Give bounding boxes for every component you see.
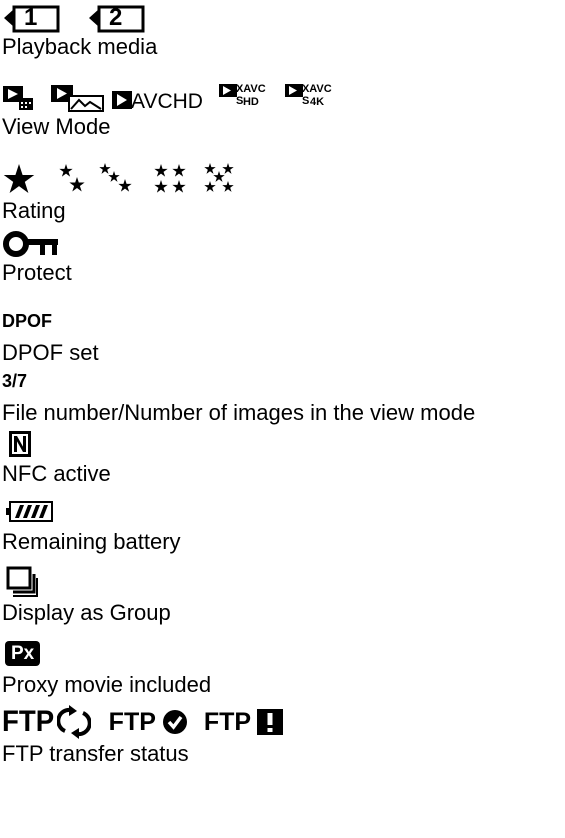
description: Display as Group — [2, 600, 171, 625]
entry-ftp: FTP FTP FTP FTP transfer status — [2, 703, 284, 767]
card-slot-2-icon: 2 — [87, 2, 147, 34]
proxy-icon: Px — [5, 641, 41, 666]
description: File number/Number of images in the view… — [2, 400, 476, 425]
view-xavcs-4k-icon: XAVC S 4K — [284, 82, 341, 112]
slot-1-label: 1 — [24, 4, 38, 31]
rating-2-icon — [59, 164, 85, 192]
ftp-label: FTP — [108, 708, 156, 736]
rating-3-icon — [99, 163, 132, 192]
ftp-transferring-icon: FTP — [2, 705, 91, 739]
dpof-label: DPOF — [2, 311, 53, 331]
entry-battery: Remaining battery — [2, 500, 181, 555]
ftp-label: FTP — [203, 708, 252, 736]
view-avchd-icon: AVCHD — [112, 82, 203, 112]
ftp-label: FTP — [2, 705, 55, 738]
group-display-icon — [6, 566, 171, 598]
description: Rating — [2, 198, 66, 223]
hd-label: HD — [242, 96, 259, 108]
view-still-icon — [50, 82, 106, 112]
entry-playback-media: 1 2 Playback media — [2, 2, 157, 60]
description: DPOF set — [2, 340, 99, 365]
description: Protect — [2, 260, 72, 285]
view-date-icon — [2, 82, 34, 112]
file-number-label: 3/7 — [2, 371, 28, 391]
description: FTP transfer status — [2, 741, 189, 766]
description: View Mode — [2, 114, 111, 139]
rating-1-icon — [3, 164, 35, 193]
protect-key-icon — [2, 228, 72, 260]
description: Proxy movie included — [2, 672, 212, 697]
card-slot-1-icon: 1 — [2, 2, 62, 34]
entry-proxy: Px Proxy movie included — [2, 641, 211, 698]
entry-dpof: DPOF DPOF set — [2, 310, 99, 366]
ftp-complete-icon: FTP — [109, 705, 188, 739]
4k-label: 4K — [309, 96, 325, 108]
slot-2-label: 2 — [109, 4, 123, 31]
icon-legend: 1 2 Playback media AVCHD XAVC S HD XAVC … — [0, 0, 565, 838]
description: Playback media — [2, 34, 158, 59]
entry-file-number: 3/7 File number/Number of images in the … — [2, 370, 475, 426]
entry-group: Display as Group — [2, 566, 171, 626]
entry-view-mode: AVCHD XAVC S HD XAVC S 4K View Mode — [2, 80, 341, 140]
view-xavcs-hd-icon: XAVC S HD — [218, 82, 275, 112]
entry-protect: Protect — [2, 228, 72, 286]
rating-5-icon — [204, 163, 234, 192]
entry-rating: Rating — [2, 158, 262, 224]
description: Remaining battery — [2, 529, 181, 554]
ftp-error-icon: FTP — [203, 705, 284, 739]
battery-icon — [6, 500, 181, 522]
nfc-icon — [8, 430, 111, 458]
description: NFC active — [2, 461, 111, 486]
entry-nfc: NFC active — [2, 430, 111, 487]
rating-icons — [3, 163, 234, 193]
avchd-label: AVCHD — [131, 90, 203, 113]
rating-4-icon — [154, 164, 186, 193]
